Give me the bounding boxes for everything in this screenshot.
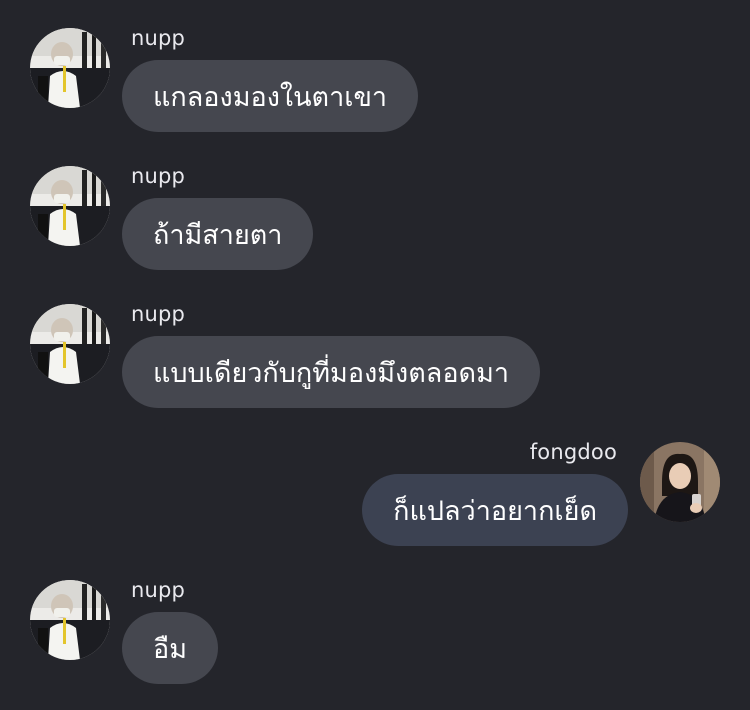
sender-name: nupp [131,302,186,326]
sender-name: nupp [131,164,186,188]
sender-name: nupp [131,26,186,50]
message-bubble[interactable]: ถ้ามีสายตา [122,198,314,270]
avatar-photo-fongdoo [640,442,720,522]
avatar-photo-nupp [30,28,110,108]
message-row: fongdoo ก็แปลว่าอยากเย็ด [0,438,750,550]
message-bubble[interactable]: แบบเดียวกับกูที่มองมึงตลอดมา [122,336,541,408]
chat-thread: nupp แกลองมองในตาเขา nupp ถ้ามีสายตา nup… [0,0,750,710]
sender-name: nupp [131,578,186,602]
message-bubble[interactable]: แกลองมองในตาเขา [122,60,419,132]
message-bubble[interactable]: อืม [122,612,219,684]
avatar-photo-nupp [30,580,110,660]
avatar[interactable] [30,580,110,660]
message-row: nupp แบบเดียวกับกูที่มองมึงตลอดมา [0,300,750,412]
sender-name: fongdoo [529,440,617,464]
message-row: nupp แกลองมองในตาเขา [0,24,750,136]
avatar[interactable] [30,166,110,246]
message-row: nupp อืม [0,576,750,688]
message-bubble[interactable]: ก็แปลว่าอยากเย็ด [362,474,628,546]
message-row: nupp ถ้ามีสายตา [0,162,750,274]
avatar[interactable] [640,442,720,522]
avatar-photo-nupp [30,304,110,384]
avatar-photo-nupp [30,166,110,246]
avatar[interactable] [30,28,110,108]
avatar[interactable] [30,304,110,384]
